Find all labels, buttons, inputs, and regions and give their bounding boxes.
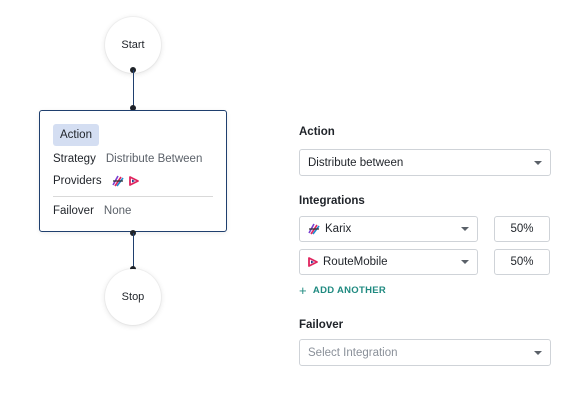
failover-value: None <box>103 205 132 217</box>
plus-icon: + <box>299 282 307 298</box>
connector-start-action <box>133 70 134 110</box>
strategy-row: Strategy Distribute Between <box>53 153 202 165</box>
integration-percent-input[interactable]: 50% <box>494 249 550 275</box>
action-section-label: Action <box>299 126 335 138</box>
failover-select-placeholder: Select Integration <box>308 346 398 359</box>
connector-action-stop <box>133 233 134 270</box>
strategy-value: Distribute Between <box>105 153 203 165</box>
action-node-card[interactable]: Action Strategy Distribute Between Provi… <box>39 110 227 232</box>
strategy-label: Strategy <box>53 153 96 165</box>
providers-row: Providers <box>53 175 139 187</box>
chevron-down-icon <box>461 260 469 264</box>
failover-label: Failover <box>53 205 94 217</box>
integration-select-karix[interactable]: Karix <box>299 216 478 242</box>
integration-name: Karix <box>325 223 352 235</box>
routemobile-icon <box>128 176 139 186</box>
failover-row: Failover None <box>53 205 131 217</box>
chevron-down-icon <box>461 227 469 231</box>
providers-label: Providers <box>53 175 102 187</box>
start-node-label: Start <box>121 39 145 51</box>
action-select-value: Distribute between <box>308 156 404 169</box>
card-divider <box>53 196 213 197</box>
add-another-label: ADD ANOTHER <box>312 285 387 296</box>
action-select[interactable]: Distribute between <box>299 149 551 176</box>
stop-node[interactable]: Stop <box>105 269 161 325</box>
karix-icon <box>308 223 320 235</box>
failover-section-label: Failover <box>299 319 344 331</box>
stop-node-label: Stop <box>121 291 145 303</box>
failover-select[interactable]: Select Integration <box>299 339 551 366</box>
start-node[interactable]: Start <box>105 17 161 73</box>
integrations-section-label: Integrations <box>299 195 365 207</box>
integration-percent-input[interactable]: 50% <box>494 216 550 242</box>
chevron-down-icon <box>534 160 542 165</box>
routemobile-icon <box>308 257 318 267</box>
chevron-down-icon <box>534 350 542 355</box>
integration-name: RouteMobile <box>323 256 388 268</box>
action-chip: Action <box>53 124 99 146</box>
add-another-button[interactable]: + ADD ANOTHER <box>299 282 387 298</box>
karix-icon <box>111 175 124 187</box>
integration-select-routemobile[interactable]: RouteMobile <box>299 249 478 275</box>
